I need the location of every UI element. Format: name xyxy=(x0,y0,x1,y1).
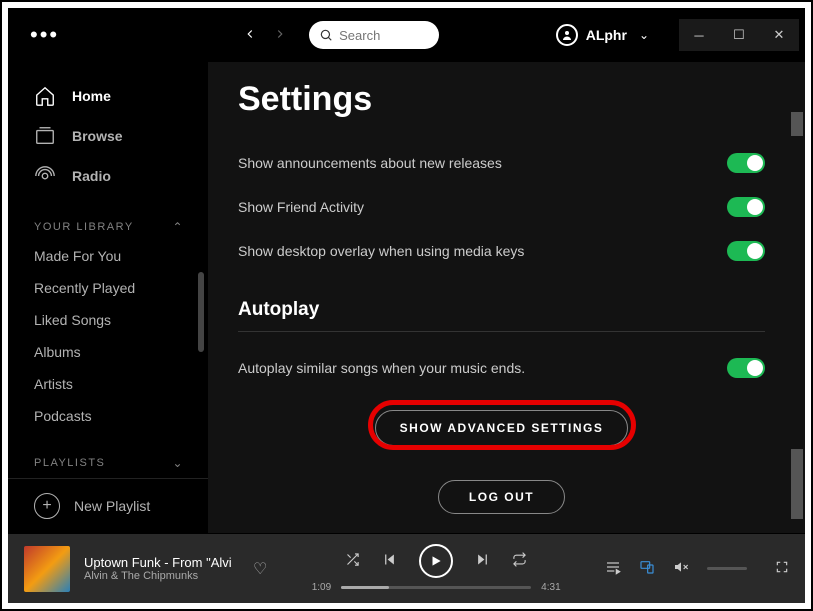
player-bar: Uptown Funk - From "Alvi Alvin & The Chi… xyxy=(8,533,805,603)
album-art[interactable] xyxy=(24,546,70,592)
time-total: 4:31 xyxy=(541,582,560,593)
play-button[interactable] xyxy=(419,544,453,578)
progress-bar[interactable] xyxy=(341,586,531,589)
nav-arrows xyxy=(243,25,287,46)
shuffle-icon[interactable] xyxy=(345,552,360,570)
browse-icon xyxy=(34,125,56,147)
setting-row-friend-activity: Show Friend Activity xyxy=(238,185,765,229)
top-bar: ••• ALphr ⌄ ─ ☐ ✕ xyxy=(8,8,805,62)
sidebar-item-radio[interactable]: Radio xyxy=(8,156,208,196)
scrollbar-thumb[interactable] xyxy=(791,449,803,519)
track-title[interactable]: Uptown Funk - From "Alvi xyxy=(84,555,239,570)
new-playlist-button[interactable]: + New Playlist xyxy=(8,478,208,533)
toggle-announcements[interactable] xyxy=(727,153,765,173)
like-icon[interactable]: ♡ xyxy=(253,559,267,579)
chevron-down-icon: ⌄ xyxy=(172,456,184,470)
playback-controls: 1:09 4:31 xyxy=(281,544,591,593)
sidebar-scrollbar[interactable] xyxy=(198,272,204,352)
sidebar-item-artists[interactable]: Artists xyxy=(8,368,208,400)
search-input[interactable] xyxy=(309,21,439,49)
search-field[interactable] xyxy=(339,28,419,43)
toggle-overlay[interactable] xyxy=(727,241,765,261)
sidebar-item-label: Radio xyxy=(72,168,111,184)
sidebar-item-home[interactable]: Home xyxy=(8,76,208,116)
track-artist[interactable]: Alvin & The Chipmunks xyxy=(84,570,239,582)
queue-icon[interactable] xyxy=(605,559,621,579)
plus-icon: + xyxy=(34,493,60,519)
page-title: Settings xyxy=(238,80,765,119)
about-spotify-link[interactable]: About Spotify xyxy=(238,530,765,533)
next-icon[interactable] xyxy=(475,552,490,570)
devices-icon[interactable] xyxy=(639,559,655,579)
scrollbar-arrow-up[interactable] xyxy=(791,112,803,136)
close-button[interactable]: ✕ xyxy=(759,23,799,47)
sidebar: Home Browse Radio YOUR LIBRARY ⌃ Made Fo… xyxy=(8,62,208,533)
setting-row-overlay: Show desktop overlay when using media ke… xyxy=(238,229,765,273)
setting-row-announcements: Show announcements about new releases xyxy=(238,141,765,185)
toggle-autoplay[interactable] xyxy=(727,358,765,378)
toggle-friend-activity[interactable] xyxy=(727,197,765,217)
maximize-button[interactable]: ☐ xyxy=(719,23,759,47)
track-info: Uptown Funk - From "Alvi Alvin & The Chi… xyxy=(84,555,239,582)
search-icon xyxy=(319,28,333,42)
back-icon[interactable] xyxy=(243,25,257,46)
library-header[interactable]: YOUR LIBRARY ⌃ xyxy=(8,196,208,240)
sidebar-item-label: Browse xyxy=(72,128,123,144)
sidebar-item-albums[interactable]: Albums xyxy=(8,336,208,368)
radio-icon xyxy=(34,165,56,187)
forward-icon[interactable] xyxy=(273,25,287,46)
sidebar-item-browse[interactable]: Browse xyxy=(8,116,208,156)
window-controls: ─ ☐ ✕ xyxy=(679,19,799,51)
chevron-down-icon: ⌄ xyxy=(639,28,649,42)
repeat-icon[interactable] xyxy=(512,552,527,570)
player-right-controls xyxy=(605,559,789,579)
main-scrollbar[interactable] xyxy=(789,112,803,523)
sidebar-item-podcasts[interactable]: Podcasts xyxy=(8,400,208,432)
previous-icon[interactable] xyxy=(382,552,397,570)
user-menu[interactable]: ALphr ⌄ xyxy=(556,24,649,46)
time-elapsed: 1:09 xyxy=(312,582,331,593)
minimize-button[interactable]: ─ xyxy=(679,23,719,47)
app-menu-icon[interactable]: ••• xyxy=(26,18,63,52)
chevron-up-icon: ⌃ xyxy=(172,220,184,234)
show-advanced-settings-button[interactable]: SHOW ADVANCED SETTINGS xyxy=(375,410,629,446)
user-avatar-icon xyxy=(556,24,578,46)
home-icon xyxy=(34,85,56,107)
fullscreen-icon[interactable] xyxy=(775,560,789,578)
sidebar-item-made-for-you[interactable]: Made For You xyxy=(8,240,208,272)
setting-row-autoplay: Autoplay similar songs when your music e… xyxy=(238,346,765,390)
sidebar-item-liked-songs[interactable]: Liked Songs xyxy=(8,304,208,336)
sidebar-item-recently-played[interactable]: Recently Played xyxy=(8,272,208,304)
volume-slider[interactable] xyxy=(707,567,747,570)
sidebar-item-label: Home xyxy=(72,88,111,104)
user-name: ALphr xyxy=(586,27,627,43)
playlists-header[interactable]: PLAYLISTS ⌄ xyxy=(8,432,208,476)
autoplay-section-title: Autoplay xyxy=(238,299,765,332)
main-content: Settings Show announcements about new re… xyxy=(208,62,805,533)
volume-mute-icon[interactable] xyxy=(673,559,689,579)
logout-button[interactable]: LOG OUT xyxy=(438,480,565,514)
